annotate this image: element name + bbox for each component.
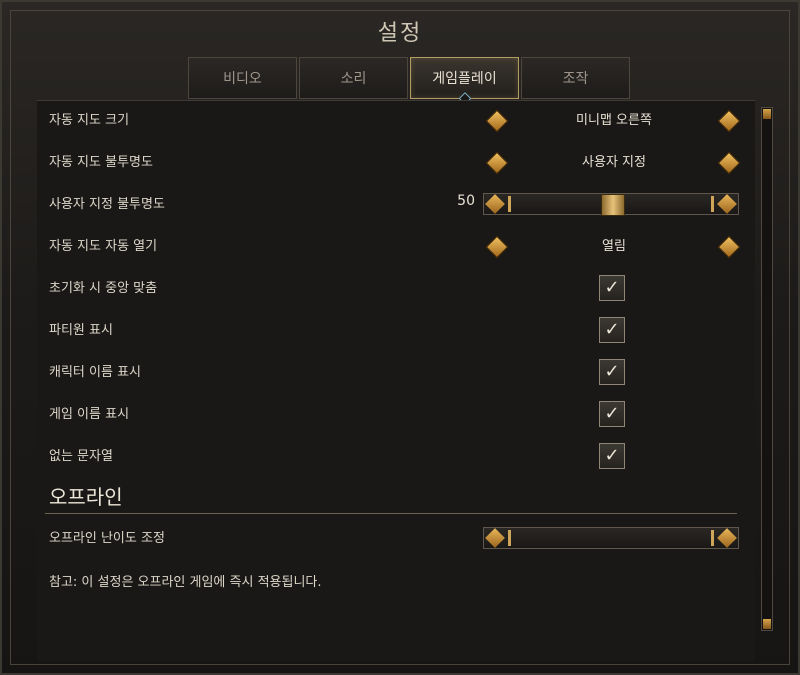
tab-controls[interactable]: 조작: [521, 57, 630, 99]
arrow-left-icon[interactable]: [485, 235, 509, 259]
slider-increase-icon[interactable]: [717, 528, 737, 548]
settings-window: 설정 비디오 소리 게임플레이 조작 자동 지도 크기 미니맵 오른쪽 자동 지…: [0, 0, 800, 675]
setting-row-empty-string: 없는 문자열 ✓: [49, 439, 739, 473]
setting-row-show-character-names: 캐릭터 이름 표시 ✓: [49, 355, 739, 389]
setting-label: 자동 지도 크기: [49, 113, 130, 128]
setting-row-minimap-opacity: 자동 지도 불투명도 사용자 지정: [49, 145, 741, 179]
setting-label: 자동 지도 불투명도: [49, 155, 153, 170]
setting-label: 오프라인 난이도 조정: [49, 531, 165, 546]
setting-row-offline-difficulty: 오프라인 난이도 조정: [49, 521, 739, 555]
settings-panel: 자동 지도 크기 미니맵 오른쪽 자동 지도 불투명도 사용자 지정 사용자 지…: [37, 100, 773, 661]
setting-label: 캐릭터 이름 표시: [49, 365, 141, 380]
slider-track-end: [508, 196, 511, 212]
slider-value: 50: [457, 193, 475, 209]
window-title: 설정: [377, 21, 423, 46]
difficulty-slider[interactable]: [483, 527, 739, 549]
tab-sound[interactable]: 소리: [299, 57, 408, 99]
slider-decrease-icon[interactable]: [485, 528, 505, 548]
setting-label: 사용자 지정 불투명도: [49, 197, 165, 212]
setting-label: 없는 문자열: [49, 449, 113, 464]
setting-row-show-party: 파티원 표시 ✓: [49, 313, 739, 347]
checkbox[interactable]: ✓: [599, 359, 625, 385]
slider-decrease-icon[interactable]: [485, 194, 505, 214]
tab-video[interactable]: 비디오: [188, 57, 297, 99]
slider-increase-icon[interactable]: [717, 194, 737, 214]
arrow-left-icon[interactable]: [485, 151, 509, 175]
arrow-left-icon[interactable]: [485, 109, 509, 133]
setting-value: 열림: [602, 239, 626, 254]
section-divider: [45, 513, 737, 514]
section-title-offline: 오프라인: [49, 485, 123, 509]
scroll-down-icon[interactable]: [763, 619, 771, 629]
checkbox[interactable]: ✓: [599, 317, 625, 343]
slider-track-end: [711, 530, 714, 546]
offline-note: 참고: 이 설정은 오프라인 게임에 즉시 적용됩니다.: [49, 575, 322, 590]
checkbox[interactable]: ✓: [599, 401, 625, 427]
setting-label: 파티원 표시: [49, 323, 113, 338]
slider-track-end: [508, 530, 511, 546]
setting-label: 자동 지도 자동 열기: [49, 239, 158, 254]
slider-track-end: [711, 196, 714, 212]
setting-label: 게임 이름 표시: [49, 407, 130, 422]
setting-row-auto-open: 자동 지도 자동 열기 열림: [49, 229, 741, 263]
arrow-right-icon[interactable]: [717, 109, 741, 133]
tab-gameplay[interactable]: 게임플레이: [410, 57, 519, 99]
setting-label: 초기화 시 중앙 맞춤: [49, 281, 158, 296]
setting-row-show-game-names: 게임 이름 표시 ✓: [49, 397, 739, 431]
scrollbar[interactable]: [761, 107, 773, 631]
checkbox[interactable]: ✓: [599, 443, 625, 469]
slider-thumb[interactable]: [601, 194, 625, 216]
setting-row-custom-opacity: 사용자 지정 불투명도 50: [49, 187, 739, 221]
opacity-slider[interactable]: [483, 193, 739, 216]
arrow-right-icon[interactable]: [717, 151, 741, 175]
tab-bar: 비디오 소리 게임플레이 조작: [188, 57, 632, 101]
setting-value: 미니맵 오른쪽: [576, 113, 652, 128]
checkbox[interactable]: ✓: [599, 275, 625, 301]
arrow-right-icon[interactable]: [717, 235, 741, 259]
setting-row-minimap-size: 자동 지도 크기 미니맵 오른쪽: [49, 103, 741, 137]
scroll-up-icon[interactable]: [763, 109, 771, 119]
setting-value: 사용자 지정: [582, 155, 646, 170]
setting-row-center-on-reset: 초기화 시 중앙 맞춤 ✓: [49, 271, 739, 305]
